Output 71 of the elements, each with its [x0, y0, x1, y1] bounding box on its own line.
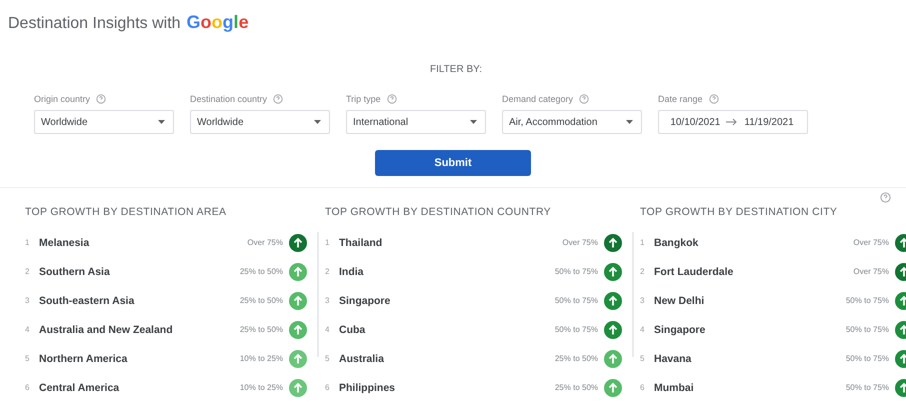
dropdown-field[interactable]: Worldwide: [190, 110, 330, 134]
growth-range: Over 75%: [247, 238, 283, 247]
destination-name: Singapore: [339, 294, 392, 306]
rank-number: 4: [640, 325, 646, 334]
field-label: Destination country: [190, 94, 268, 104]
rank-number: 4: [25, 325, 30, 334]
rank-number: 1: [640, 238, 646, 247]
growth-range: 10% to 25%: [240, 383, 283, 392]
growth-range: 50% to 75%: [846, 296, 889, 305]
growth-range: Over 75%: [853, 238, 889, 247]
growth-range: 25% to 50%: [554, 354, 598, 363]
growth-range: 50% to 75%: [846, 325, 889, 334]
growth-range: 50% to 75%: [846, 354, 889, 363]
growth-range: Over 75%: [853, 267, 889, 276]
page-title: Destination Insights with: [8, 15, 181, 33]
section-title: TOP GROWTH BY DESTINATION CITY: [640, 206, 838, 220]
growth-range: 10% to 25%: [240, 354, 283, 363]
section-title: TOP GROWTH BY DESTINATION COUNTRY: [325, 206, 552, 220]
destination-name: South-eastern Asia: [39, 294, 136, 306]
dropdown-field[interactable]: International: [346, 110, 486, 134]
destination-name: Cuba: [339, 324, 366, 336]
rank-number: 4: [325, 325, 330, 334]
field-label: Demand category: [502, 94, 574, 104]
destination-name: Central America: [39, 382, 120, 394]
dropdown-field[interactable]: Worldwide: [34, 110, 174, 134]
rank-number: 5: [640, 354, 646, 363]
growth-range: 50% to 75%: [846, 383, 889, 392]
destination-name: Thailand: [339, 236, 384, 248]
brand-logo: Google: [186, 12, 249, 33]
rank-number: 6: [325, 383, 330, 392]
field-label: Origin country: [34, 94, 90, 104]
destination-name: Melanesia: [39, 236, 90, 248]
rank-number: 2: [25, 267, 30, 276]
rank-number: 3: [325, 296, 330, 305]
rank-number: 2: [325, 267, 330, 276]
destination-name: Philippines: [339, 382, 396, 394]
destination-name: Australia and New Zealand: [39, 324, 174, 336]
field-label: Date range: [658, 94, 703, 104]
rank-number: 6: [640, 383, 646, 392]
dropdown-field[interactable]: Air, Accommodation: [502, 110, 642, 134]
destination-name: India: [339, 266, 365, 278]
destination-name: Northern America: [39, 352, 128, 364]
growth-range: 25% to 50%: [554, 383, 598, 392]
rank-number: 5: [325, 354, 330, 363]
rank-number: 5: [25, 354, 30, 363]
destination-name: Mumbai: [654, 382, 695, 394]
rank-number: 6: [25, 383, 30, 392]
rank-number: 3: [25, 296, 30, 305]
destination-name: Havana: [654, 352, 692, 364]
rank-number: 1: [325, 238, 330, 247]
growth-range: 50% to 75%: [554, 325, 598, 334]
growth-range: 50% to 75%: [554, 296, 598, 305]
growth-range: 50% to 75%: [554, 267, 598, 276]
destination-name: New Delhi: [654, 294, 706, 306]
destination-name: Australia: [339, 352, 385, 364]
field-label: Trip type: [346, 94, 381, 104]
rank-number: 1: [25, 238, 30, 247]
growth-range: Over 75%: [562, 238, 598, 247]
destination-name: Singapore: [654, 324, 706, 336]
submit-button[interactable]: Submit: [375, 150, 531, 176]
date-range-field[interactable]: 10/10/2021 11/19/2021: [658, 110, 808, 134]
growth-range: 25% to 50%: [240, 296, 283, 305]
destination-name: Fort Lauderdale: [654, 266, 734, 278]
rank-number: 2: [640, 267, 646, 276]
destination-name: Southern Asia: [39, 266, 111, 278]
growth-range: 25% to 50%: [240, 325, 283, 334]
rank-number: 3: [640, 296, 646, 305]
filter-heading: FILTER BY:: [430, 64, 482, 75]
destination-name: Bangkok: [654, 236, 700, 248]
growth-range: 25% to 50%: [240, 267, 283, 276]
section-title: TOP GROWTH BY DESTINATION AREA: [25, 206, 228, 220]
